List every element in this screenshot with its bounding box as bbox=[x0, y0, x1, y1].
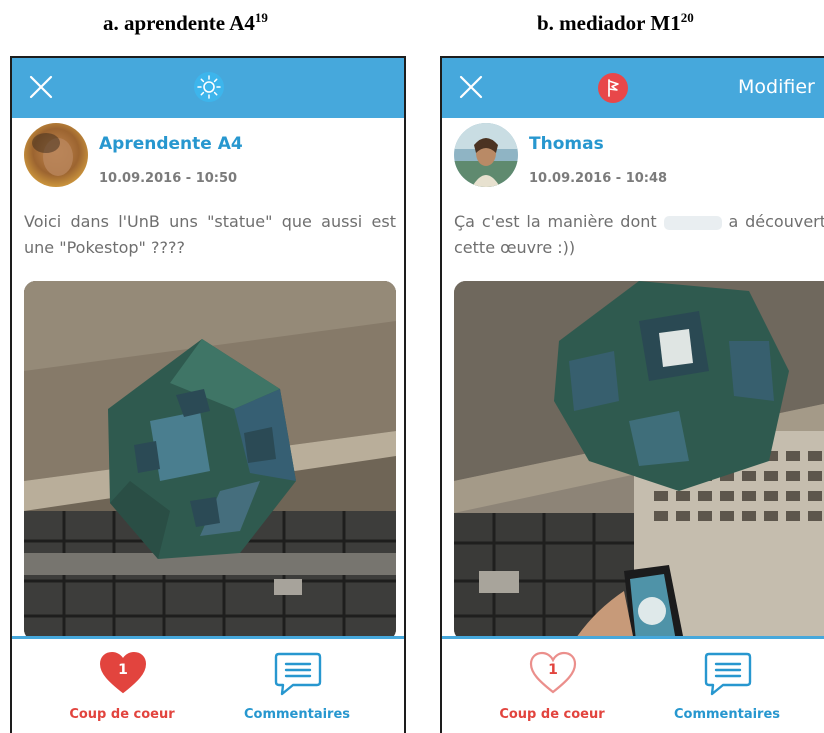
author-name[interactable]: Aprendente A4 bbox=[99, 134, 243, 154]
post-photo[interactable] bbox=[24, 281, 396, 641]
caption-a-footnote: 19 bbox=[254, 10, 268, 25]
chat-icon bbox=[273, 651, 323, 697]
chat-icon bbox=[703, 651, 753, 697]
comments-label: Commentaires bbox=[243, 707, 351, 722]
comments-button[interactable]: Commentaires bbox=[217, 651, 377, 731]
top-bar: Modifier bbox=[442, 56, 824, 118]
like-count: 1 bbox=[548, 662, 558, 678]
post-text: Ça c'est la manière dont a découvert cet… bbox=[454, 209, 824, 261]
top-bar bbox=[12, 56, 404, 118]
comments-button[interactable]: Commentaires bbox=[647, 651, 807, 731]
close-icon bbox=[459, 75, 483, 99]
caption-a-text: a. aprendente A4 bbox=[103, 11, 255, 35]
like-label: Coup de coeur bbox=[69, 707, 175, 722]
post-photo[interactable] bbox=[454, 281, 824, 641]
modifier-button[interactable]: Modifier bbox=[738, 76, 815, 98]
like-button[interactable]: 1 Coup de coeur bbox=[42, 651, 202, 731]
post-text: Voici dans l'UnB uns "statue" que aussi … bbox=[24, 212, 396, 257]
like-button[interactable]: 1 Coup de coeur bbox=[472, 651, 632, 731]
author-avatar[interactable] bbox=[24, 123, 88, 187]
sun-icon[interactable] bbox=[193, 71, 225, 103]
action-bar: 1 Coup de coeur Commentaires bbox=[12, 636, 404, 733]
caption-b-text: b. mediador M1 bbox=[537, 11, 681, 35]
caption-b: b. mediador M120 bbox=[537, 10, 694, 36]
flag-icon[interactable] bbox=[597, 72, 629, 104]
author-avatar[interactable] bbox=[454, 123, 518, 187]
phone-screen-b: Modifier Thomas 10.09.2016 - 10:48 Ça c'… bbox=[440, 56, 824, 733]
caption-b-footnote: 20 bbox=[680, 10, 694, 25]
author-name[interactable]: Thomas bbox=[529, 134, 604, 154]
post-date: 10.09.2016 - 10:50 bbox=[99, 171, 238, 186]
comments-label: Commentaires bbox=[673, 707, 781, 722]
post-text-start: Ça c'est la manière dont bbox=[454, 212, 657, 231]
close-icon bbox=[29, 75, 53, 99]
like-count: 1 bbox=[118, 662, 128, 678]
action-bar: 1 Coup de coeur Commentaires bbox=[442, 636, 824, 733]
close-button[interactable] bbox=[456, 72, 486, 102]
close-button[interactable] bbox=[26, 72, 56, 102]
post-date: 10.09.2016 - 10:48 bbox=[529, 171, 668, 186]
like-label: Coup de coeur bbox=[499, 707, 605, 722]
redacted-name bbox=[663, 215, 722, 230]
caption-a: a. aprendente A419 bbox=[103, 10, 268, 36]
phone-screen-a: Aprendente A4 10.09.2016 - 10:50 Voici d… bbox=[10, 56, 406, 733]
